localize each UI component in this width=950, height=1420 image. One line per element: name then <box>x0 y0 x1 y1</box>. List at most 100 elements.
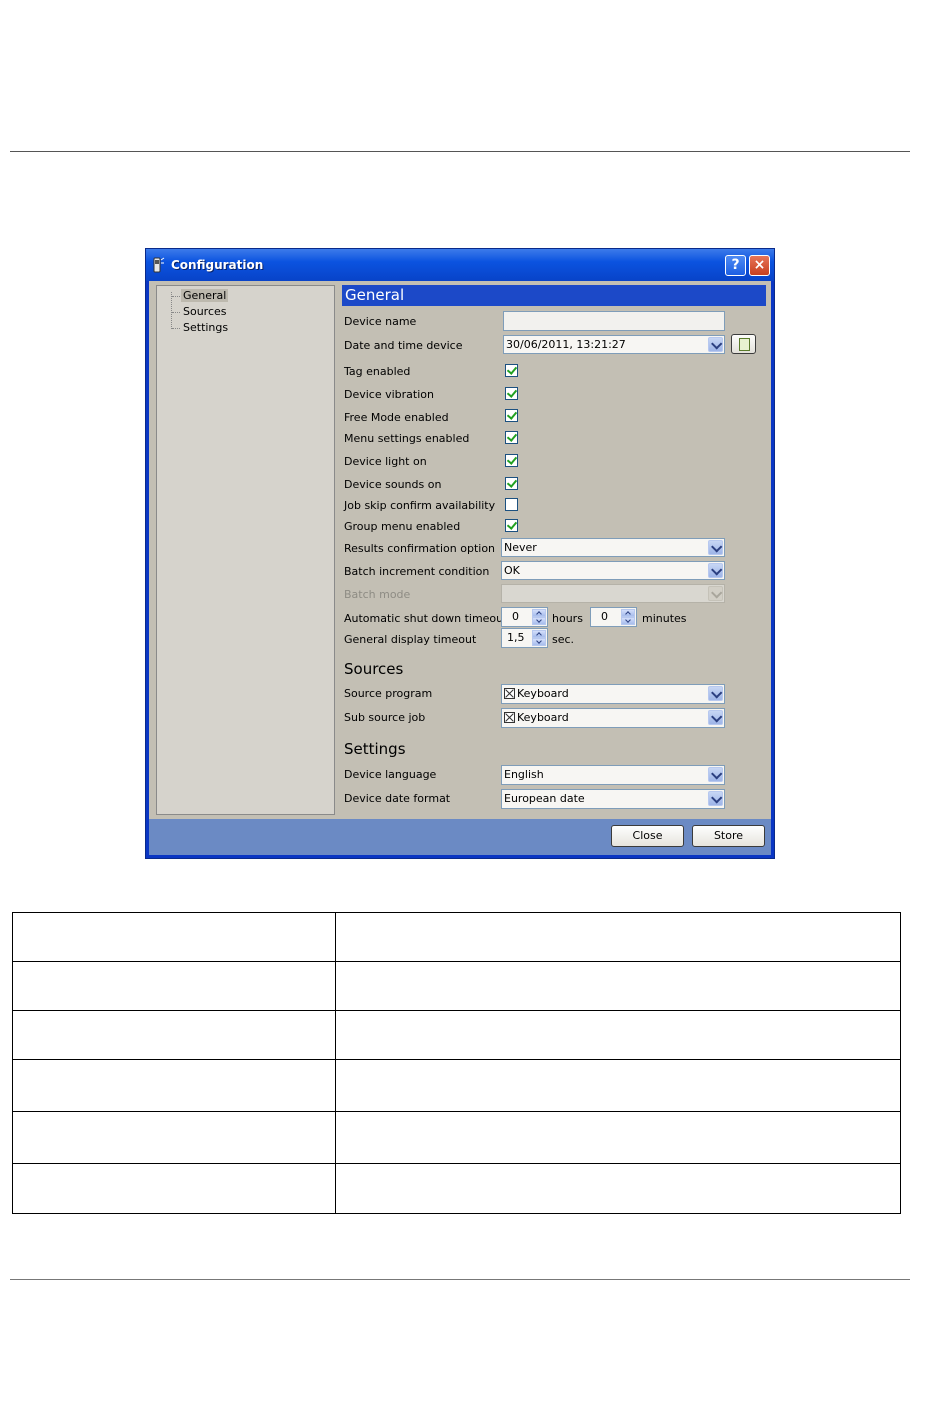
tree-connector-tick <box>172 312 180 314</box>
keyboard-icon <box>504 712 515 723</box>
spin-up-icon[interactable] <box>532 609 546 617</box>
free-mode-checkbox[interactable] <box>505 409 518 422</box>
date-time-label: Date and time device <box>344 339 463 352</box>
table-row <box>12 1163 901 1214</box>
dialog-client-area: General Sources Settings General Device … <box>149 281 771 855</box>
settings-section-header: Settings <box>344 740 406 758</box>
checkbox-label: Group menu enabled <box>344 520 461 533</box>
tree-item-settings[interactable]: Settings <box>181 321 230 334</box>
spin-down-icon[interactable] <box>532 638 546 646</box>
source-program-label: Source program <box>344 687 433 700</box>
chevron-down-icon[interactable] <box>708 791 723 806</box>
table-cell <box>12 1010 336 1060</box>
results-confirmation-label: Results confirmation option <box>344 542 496 555</box>
device-language-label: Device language <box>344 768 437 781</box>
sub-source-job-label: Sub source job <box>344 711 426 724</box>
results-confirmation-value: Never <box>504 541 537 554</box>
help-button[interactable]: ? <box>725 255 746 276</box>
chevron-down-icon[interactable] <box>708 563 723 578</box>
group-menu-checkbox[interactable] <box>505 519 518 532</box>
source-program-select[interactable]: Keyboard <box>501 684 725 704</box>
table-row <box>12 1111 901 1164</box>
title-bar[interactable]: Configuration ? × <box>146 249 774 281</box>
batch-increment-label: Batch increment condition <box>344 565 490 578</box>
source-program-value: Keyboard <box>517 687 569 700</box>
dialog-footer: Close Store <box>149 819 771 855</box>
checkbox-label: Tag enabled <box>344 365 411 378</box>
checkbox-label: Device light on <box>344 455 427 468</box>
shutdown-hours-stepper[interactable]: 0 <box>501 607 548 627</box>
batch-increment-select[interactable]: OK <box>501 561 725 580</box>
configuration-window: Configuration ? × General Sources Settin… <box>145 248 775 859</box>
close-button[interactable]: Close <box>611 825 684 847</box>
chevron-down-icon[interactable] <box>708 686 723 701</box>
chevron-down-icon <box>708 586 723 601</box>
menu-settings-checkbox[interactable] <box>505 431 518 444</box>
spin-up-icon[interactable] <box>621 609 635 617</box>
general-section-header: General <box>342 285 766 306</box>
sync-time-button[interactable] <box>731 334 756 354</box>
tree-item-general[interactable]: General <box>181 289 229 302</box>
tag-enabled-checkbox[interactable] <box>505 364 518 377</box>
date-time-value: 30/06/2011, 13:21:27 <box>506 338 626 351</box>
checkbox-label: Free Mode enabled <box>344 411 449 424</box>
table-row <box>12 1059 901 1112</box>
checkbox-label: Menu settings enabled <box>344 432 470 445</box>
date-format-label: Device date format <box>344 792 451 805</box>
chevron-down-icon[interactable] <box>708 767 723 782</box>
device-sounds-checkbox[interactable] <box>505 477 518 490</box>
table-cell <box>335 1111 901 1164</box>
keyboard-icon <box>504 688 515 699</box>
device-vibration-checkbox[interactable] <box>505 387 518 400</box>
refresh-icon <box>739 338 750 351</box>
device-name-input[interactable] <box>503 311 725 331</box>
date-time-combo[interactable]: 30/06/2011, 13:21:27 <box>503 335 725 354</box>
table-cell <box>12 1163 336 1214</box>
tree-item-sources[interactable]: Sources <box>181 305 229 318</box>
description-table <box>12 912 901 1214</box>
device-language-value: English <box>504 768 544 781</box>
table-cell <box>12 1111 336 1164</box>
page-bottom-rule <box>10 1279 910 1280</box>
display-timeout-stepper[interactable]: 1,5 <box>501 628 548 648</box>
shutdown-timeout-label: Automatic shut down timeout <box>344 612 508 625</box>
device-light-checkbox[interactable] <box>505 454 518 467</box>
date-format-select[interactable]: European date <box>501 789 725 809</box>
table-row <box>12 1010 901 1060</box>
shutdown-hours-value: 0 <box>512 610 519 623</box>
display-timeout-label: General display timeout <box>344 633 477 646</box>
tree-connector-tick <box>172 328 180 330</box>
table-cell <box>335 1059 901 1112</box>
store-button[interactable]: Store <box>692 825 765 847</box>
window-title: Configuration <box>171 258 264 272</box>
table-cell <box>335 961 901 1011</box>
shutdown-minutes-stepper[interactable]: 0 <box>590 607 637 627</box>
device-language-select[interactable]: English <box>501 765 725 785</box>
hours-unit-label: hours <box>552 612 583 625</box>
sub-source-job-value: Keyboard <box>517 711 569 724</box>
display-timeout-value: 1,5 <box>507 631 525 644</box>
table-cell <box>335 912 901 962</box>
chevron-down-icon[interactable] <box>708 540 723 555</box>
table-cell <box>12 912 336 962</box>
table-row <box>12 961 901 1011</box>
job-skip-confirm-checkbox[interactable] <box>505 498 518 511</box>
shutdown-minutes-value: 0 <box>601 610 608 623</box>
table-cell <box>335 1163 901 1214</box>
spin-down-icon[interactable] <box>621 617 635 625</box>
table-cell <box>12 961 336 1011</box>
chevron-down-icon[interactable] <box>708 710 723 725</box>
date-format-value: European date <box>504 792 585 805</box>
batch-mode-label: Batch mode <box>344 588 411 601</box>
results-confirmation-select[interactable]: Never <box>501 538 725 557</box>
tree-connector-tick <box>172 296 180 298</box>
spin-up-icon[interactable] <box>532 630 546 638</box>
chevron-down-icon[interactable] <box>708 337 723 352</box>
checkbox-label: Job skip confirm availability <box>344 499 496 512</box>
spin-down-icon[interactable] <box>532 617 546 625</box>
navigation-tree: General Sources Settings <box>156 285 335 815</box>
sub-source-job-select[interactable]: Keyboard <box>501 708 725 728</box>
scanner-device-icon <box>153 257 165 273</box>
window-close-button[interactable]: × <box>749 255 770 276</box>
page-top-rule <box>10 151 910 152</box>
